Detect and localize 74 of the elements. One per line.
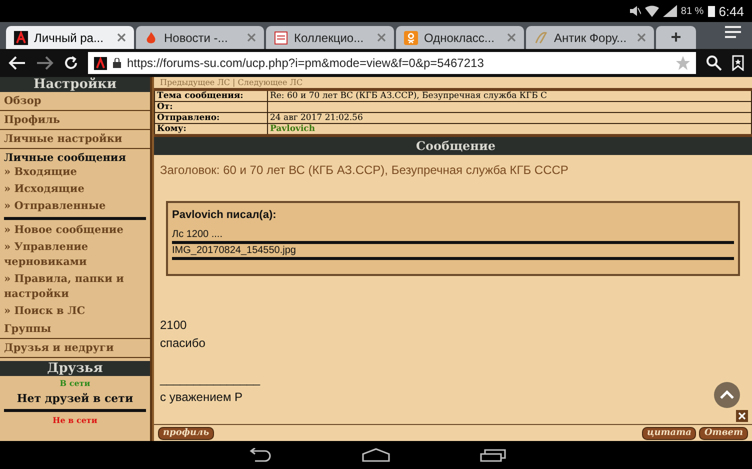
- message-subject: Заголовок: 60 и 70 лет ВС (КГБ АЗ.ССР), Безупречная служба КГБ СССР: [160, 163, 570, 177]
- message-text: 2100: [160, 317, 188, 334]
- sidebar-link[interactable]: » Правила, папки и настройки: [0, 271, 150, 303]
- close-icon: [247, 33, 256, 42]
- flame-icon: [144, 30, 158, 44]
- menu-icon: [724, 25, 742, 41]
- chevron-up-icon: [720, 390, 734, 400]
- offline-label: Не в сети: [52, 414, 98, 427]
- sidebar-link[interactable]: » Новое сообщение: [0, 222, 150, 239]
- close-icon: [637, 33, 646, 42]
- profile-button[interactable]: профиль: [158, 426, 214, 440]
- sidebar-item[interactable]: Друзья и недруги: [0, 339, 150, 358]
- field-value: Re: 60 и 70 лет ВС (КГБ АЗ.ССР), Безупречная служба КГБ С: [270, 91, 548, 101]
- browser-tab[interactable]: Однокласс...: [396, 26, 524, 49]
- quote-button[interactable]: цитата: [642, 426, 696, 440]
- star-icon: [676, 56, 690, 70]
- sidebar-link[interactable]: » Поиск в ЛС: [0, 303, 150, 320]
- bookmark-icon: [732, 55, 744, 71]
- sidebar-section-title: Личные сообщения: [3, 151, 127, 164]
- script-a-icon: [534, 30, 548, 44]
- signature-text: с уважением Р: [160, 390, 243, 404]
- field-value: 24 авг 2017 21:02.56: [270, 113, 363, 123]
- signature-rule: _______________: [160, 372, 260, 386]
- back-icon: [8, 56, 26, 70]
- battery-icon: [708, 5, 715, 17]
- sidebar-item[interactable]: Группы: [0, 320, 150, 339]
- field-label: Тема сообщения:: [154, 90, 268, 102]
- browser-tab[interactable]: Новости -...: [136, 26, 264, 49]
- calendar-icon: [274, 30, 288, 44]
- sidebar-link[interactable]: » Исходящие: [0, 181, 150, 198]
- close-icon: [117, 33, 126, 42]
- lock-icon: [113, 58, 121, 68]
- signal-icon: [662, 5, 677, 17]
- quote-author: Pavlovich писал(а):: [172, 209, 278, 221]
- scroll-top-button[interactable]: [714, 382, 740, 408]
- online-label: В сети: [58, 377, 92, 390]
- sidebar-link[interactable]: » Отправленные: [0, 198, 150, 215]
- search-icon: [706, 55, 722, 71]
- field-label: Кому:: [154, 124, 268, 136]
- message-nav-links[interactable]: Предыдущее ЛС | Следующее ЛС: [154, 77, 752, 88]
- field-label: Отправлено:: [154, 112, 268, 124]
- reload-icon: [64, 56, 78, 70]
- close-icon: [507, 33, 516, 42]
- close-icon: [377, 33, 386, 42]
- browser-tab[interactable]: Антик Фору...: [526, 26, 654, 49]
- quote-text: IMG_20170824_154550.jpg: [172, 245, 296, 256]
- recents-icon: [480, 448, 506, 462]
- sidebar-title: Настройки: [0, 77, 150, 92]
- quote-text: Лс 1200 ....: [172, 229, 222, 240]
- battery-percent: 81 %: [680, 6, 704, 16]
- field-label: От:: [154, 102, 268, 112]
- mute-icon: [628, 5, 641, 17]
- reply-button[interactable]: Ответ: [699, 426, 748, 440]
- sidebar-link[interactable]: » Управление черновиками: [0, 239, 150, 271]
- browser-tab[interactable]: Личный ра...: [6, 26, 134, 49]
- sidebar-link[interactable]: » Входящие: [0, 164, 150, 181]
- sidebar-item[interactable]: Личные настройки: [0, 130, 150, 149]
- browser-tab[interactable]: Коллекцио...: [266, 26, 394, 49]
- no-friends-text: Нет друзей в сети: [16, 391, 134, 407]
- wifi-icon: [644, 5, 659, 17]
- clock: 6:44: [718, 4, 744, 18]
- address-field[interactable]: https://forums-su.com/ucp.php?i=pm&mode=view&f=0&p=5467213: [88, 52, 696, 74]
- sidebar-item[interactable]: Обзор: [0, 92, 150, 111]
- forward-icon: [36, 56, 54, 70]
- message-text: спасибо: [160, 335, 206, 352]
- ok-logo-icon: [404, 30, 418, 44]
- message-header: Сообщение: [154, 137, 752, 155]
- home-icon: [362, 448, 390, 462]
- new-tab-button[interactable]: +: [656, 26, 696, 49]
- logo-icon: [94, 56, 107, 70]
- close-button[interactable]: [736, 410, 748, 422]
- friends-title: Друзья: [0, 361, 150, 376]
- sidebar-item[interactable]: Профиль: [0, 111, 150, 130]
- logo-icon: [14, 30, 28, 44]
